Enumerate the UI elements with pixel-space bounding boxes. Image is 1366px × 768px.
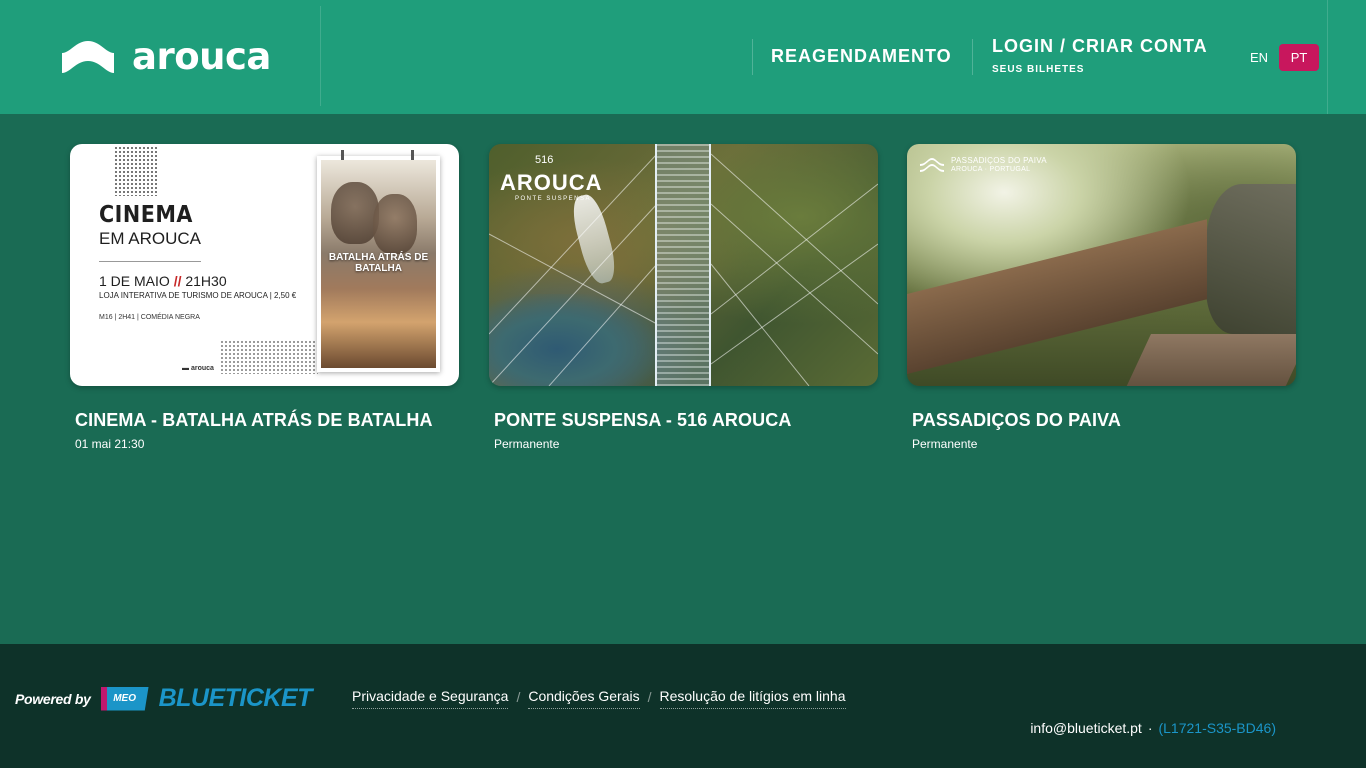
site-header: arouca REAGENDAMENTO LOGIN / CRIAR CONTA…: [0, 0, 1366, 114]
poster-date-separator: //: [173, 273, 182, 289]
nav-divider: [972, 39, 973, 75]
poster-date-day: 1 DE MAIO: [99, 273, 170, 289]
blueticket-logo: BLUETICKET: [158, 684, 313, 712]
footer-contact: info@blueticket.pt · (L1721-S35-BD46): [1030, 720, 1276, 736]
movie-poster-art: BATALHA ATRÁS DE BATALHA: [321, 160, 436, 368]
poster-date-time: 21H30: [185, 273, 227, 289]
movie-poster-title: BATALHA ATRÁS DE BATALHA: [328, 252, 429, 274]
decorative-dots: [114, 146, 158, 196]
powered-by-blueticket[interactable]: Powered by MEO BLUETICKET: [15, 684, 312, 713]
reagendamento-link[interactable]: REAGENDAMENTO: [771, 46, 952, 67]
passadicos-logo-icon: [920, 158, 944, 172]
login-label: LOGIN / CRIAR CONTA: [992, 36, 1208, 56]
poster-location: LOJA INTERATIVA DE TURISMO DE AROUCA | 2…: [99, 291, 297, 300]
event-title[interactable]: PONTE SUSPENSA - 516 AROUCA: [494, 410, 878, 431]
event-image[interactable]: 516 AROUCA PONTE SUSPENSA: [489, 144, 878, 386]
poster-divider: [99, 261, 201, 262]
login-sublabel: SEUS BILHETES: [992, 64, 1085, 75]
bridge-brand: AROUCA: [500, 170, 603, 195]
header-divider: [1327, 0, 1328, 114]
poster-logo-text: arouca: [190, 365, 214, 372]
poster-subheading: EM AROUCA: [99, 229, 202, 248]
privacy-link[interactable]: Privacidade e Segurança: [352, 688, 509, 709]
terms-link[interactable]: Condições Gerais: [528, 688, 640, 709]
arouca-mini-icon: ▬: [182, 365, 191, 372]
header-divider: [320, 6, 321, 106]
event-title[interactable]: PASSADIÇOS DO PAIVA: [912, 410, 1296, 431]
event-date: 01 mai 21:30: [75, 437, 145, 451]
poster-figure: [373, 194, 417, 254]
decorative-dots: [220, 340, 318, 374]
arouca-logo-icon: [62, 41, 114, 73]
poster-figure: [331, 182, 379, 244]
site-footer: Powered by MEO BLUETICKET Privacidade e …: [0, 644, 1366, 768]
event-title[interactable]: CINEMA - BATALHA ATRÁS DE BATALHA: [75, 410, 459, 431]
footer-link-separator: /: [647, 688, 652, 705]
event-card-cinema[interactable]: CINEMA EM AROUCA 1 DE MAIO // 21H30 LOJA…: [70, 144, 459, 451]
bridge-brand-number: 516: [535, 154, 554, 166]
arouca-logo[interactable]: arouca: [62, 35, 271, 78]
event-date: Permanente: [912, 437, 978, 451]
walkway-deck: [1123, 334, 1296, 386]
event-card-ponte-suspensa[interactable]: 516 AROUCA PONTE SUSPENSA PONTE SUSPENSA…: [489, 144, 878, 451]
suspension-bridge: [655, 144, 711, 386]
poster-info: M16 | 2H41 | COMÉDIA NEGRA: [99, 314, 200, 321]
session-code: (L1721-S35-BD46): [1158, 720, 1276, 736]
event-image[interactable]: PASSADIÇOS DO PAIVA AROUCA · PORTUGAL: [907, 144, 1296, 386]
language-pt-button[interactable]: PT: [1279, 44, 1319, 71]
footer-link-separator: /: [516, 688, 521, 705]
dispute-resolution-link[interactable]: Resolução de litígios em linha: [659, 688, 846, 709]
meo-logo: MEO: [100, 686, 149, 711]
passadicos-brand-title: PASSADIÇOS DO PAIVA: [951, 156, 1047, 165]
contact-separator: ·: [1147, 720, 1153, 736]
event-card-passadicos[interactable]: PASSADIÇOS DO PAIVA AROUCA · PORTUGAL PA…: [907, 144, 1296, 451]
poster-logo: ▬ arouca: [182, 365, 214, 372]
bridge-brand-subtitle: PONTE SUSPENSA: [515, 196, 592, 202]
powered-by-label: Powered by: [15, 690, 91, 707]
login-link[interactable]: LOGIN / CRIAR CONTA SEUS BILHETES: [992, 36, 1208, 75]
cliff-graphic: [1206, 184, 1296, 334]
contact-email[interactable]: info@blueticket.pt: [1030, 720, 1142, 736]
event-date: Permanente: [494, 437, 560, 451]
movie-poster: BATALHA ATRÁS DE BATALHA: [317, 150, 440, 372]
footer-links: Privacidade e Segurança / Condições Gera…: [352, 688, 846, 709]
logo-text: arouca: [132, 35, 271, 78]
poster-heading: CINEMA: [99, 202, 193, 228]
nav-divider: [752, 39, 753, 75]
passadicos-brand-subtitle: AROUCA · PORTUGAL: [951, 166, 1031, 173]
poster-date: 1 DE MAIO // 21H30: [99, 273, 227, 289]
event-image[interactable]: CINEMA EM AROUCA 1 DE MAIO // 21H30 LOJA…: [70, 144, 459, 386]
language-en-button[interactable]: EN: [1243, 44, 1275, 71]
